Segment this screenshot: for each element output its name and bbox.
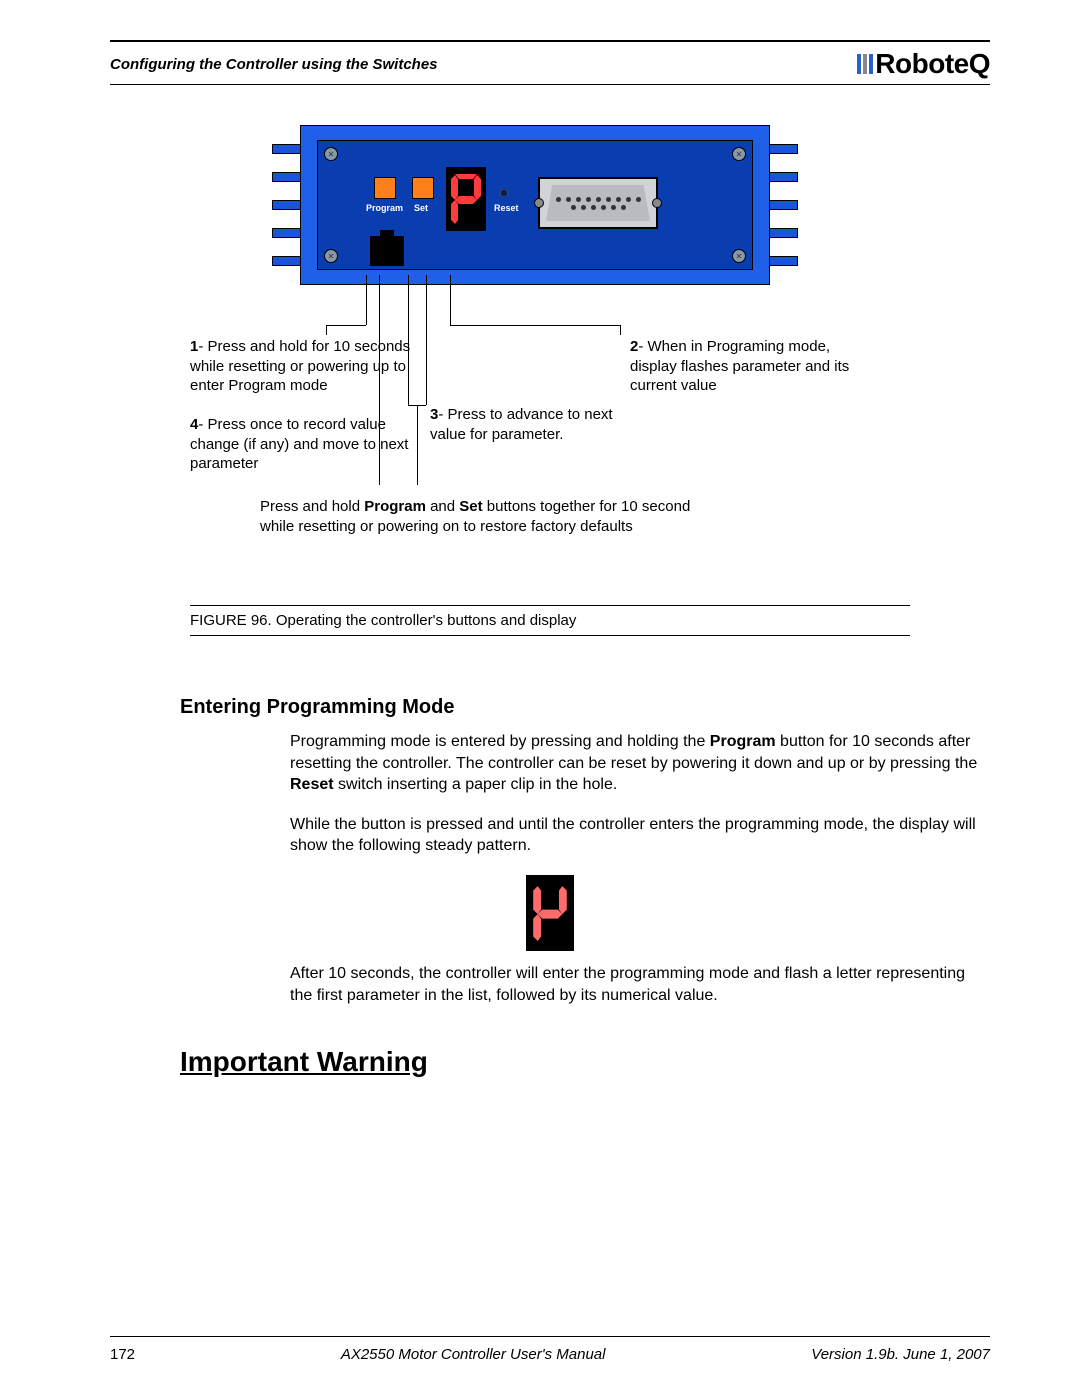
device-panel: Program Set Reset: [317, 140, 753, 270]
page-header: Configuring the Controller using the Swi…: [110, 48, 990, 85]
page-number: 172: [110, 1346, 135, 1363]
leader-line: [366, 275, 367, 325]
entering-heading: Entering Programming Mode: [180, 696, 990, 719]
header-section-title: Configuring the Controller using the Swi…: [110, 56, 438, 73]
program-button-icon: [374, 177, 396, 199]
program-label: Program: [366, 203, 403, 213]
warning-heading: Important Warning: [180, 1046, 990, 1078]
screw-icon: [732, 147, 746, 161]
figure-caption: FIGURE 96. Operating the controller's bu…: [190, 605, 910, 636]
digit-pattern-icon: [533, 885, 567, 941]
callout-text: - Press to advance to next value for par…: [430, 406, 613, 443]
reset-hole-icon: [500, 189, 508, 197]
entering-p1: Programming mode is entered by pressing …: [290, 731, 990, 796]
device-body: Program Set Reset: [300, 125, 770, 285]
callout-4: 4- Press once to record value change (if…: [190, 415, 420, 474]
footer-rule: [110, 1336, 990, 1337]
logo-text: RoboteQ: [875, 48, 990, 80]
callout-3: 3- Press to advance to next value for pa…: [430, 405, 650, 444]
brand-logo: RoboteQ: [857, 48, 990, 80]
callout-text: - When in Programing mode, display flash…: [630, 338, 849, 394]
leader-line: [620, 325, 621, 335]
screw-icon: [324, 249, 338, 263]
leader-line: [326, 325, 366, 326]
reset-label: Reset: [494, 203, 519, 213]
manual-title: AX2550 Motor Controller User's Manual: [341, 1346, 606, 1363]
logo-bars-icon: [857, 54, 873, 74]
rj-port-icon: [370, 236, 404, 266]
digit-p-icon: [451, 174, 481, 224]
figure-diagram: Program Set Reset: [110, 125, 990, 595]
set-button-icon: [412, 177, 434, 199]
callout-text: - Press once to record value change (if …: [190, 416, 408, 472]
leader-line: [450, 325, 620, 326]
top-rule: [110, 40, 990, 42]
entering-p2: While the button is pressed and until th…: [290, 814, 990, 857]
serial-port-icon: [538, 177, 658, 229]
callout-2: 2- When in Programing mode, display flas…: [630, 337, 860, 396]
set-label: Set: [414, 203, 428, 213]
callout-text: - Press and hold for 10 seconds while re…: [190, 338, 410, 394]
callout-1: 1- Press and hold for 10 seconds while r…: [190, 337, 420, 396]
version-string: Version 1.9b. June 1, 2007: [811, 1346, 990, 1363]
callout-combined: Press and hold Program and Set buttons t…: [260, 497, 700, 538]
page-footer: 172 AX2550 Motor Controller User's Manua…: [110, 1346, 990, 1363]
leader-line: [450, 275, 451, 325]
screw-icon: [324, 147, 338, 161]
seven-seg-display-icon: [446, 167, 486, 231]
screw-icon: [732, 249, 746, 263]
leader-line: [326, 325, 327, 335]
pattern-display-icon: [526, 875, 574, 951]
controller-device: Program Set Reset: [300, 125, 770, 285]
leader-line: [426, 275, 427, 405]
entering-p3: After 10 seconds, the controller will en…: [290, 963, 990, 1006]
